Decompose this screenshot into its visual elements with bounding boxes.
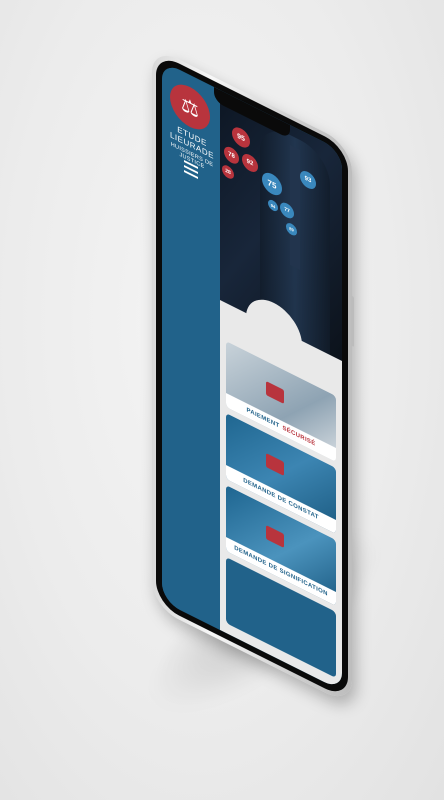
phone-mockup: ⚖ ETUDE LIEURADE HUISSIERS DE JUSTICE 95… xyxy=(152,46,354,706)
map-bubble[interactable]: 92 xyxy=(242,151,258,175)
map-bubble[interactable]: 78 xyxy=(224,144,239,167)
phone-screen: ⚖ ETUDE LIEURADE HUISSIERS DE JUSTICE 95… xyxy=(162,61,342,691)
sidebar: ⚖ ETUDE LIEURADE HUISSIERS DE JUSTICE xyxy=(162,61,220,630)
map-bubble[interactable]: 95 xyxy=(232,124,250,151)
services-section: PAIEMENT SÉCURISÉ DEMANDE DE CONSTAT DEM… xyxy=(220,289,342,691)
map-bubble[interactable]: 28 xyxy=(222,163,234,181)
power-button xyxy=(351,295,354,347)
